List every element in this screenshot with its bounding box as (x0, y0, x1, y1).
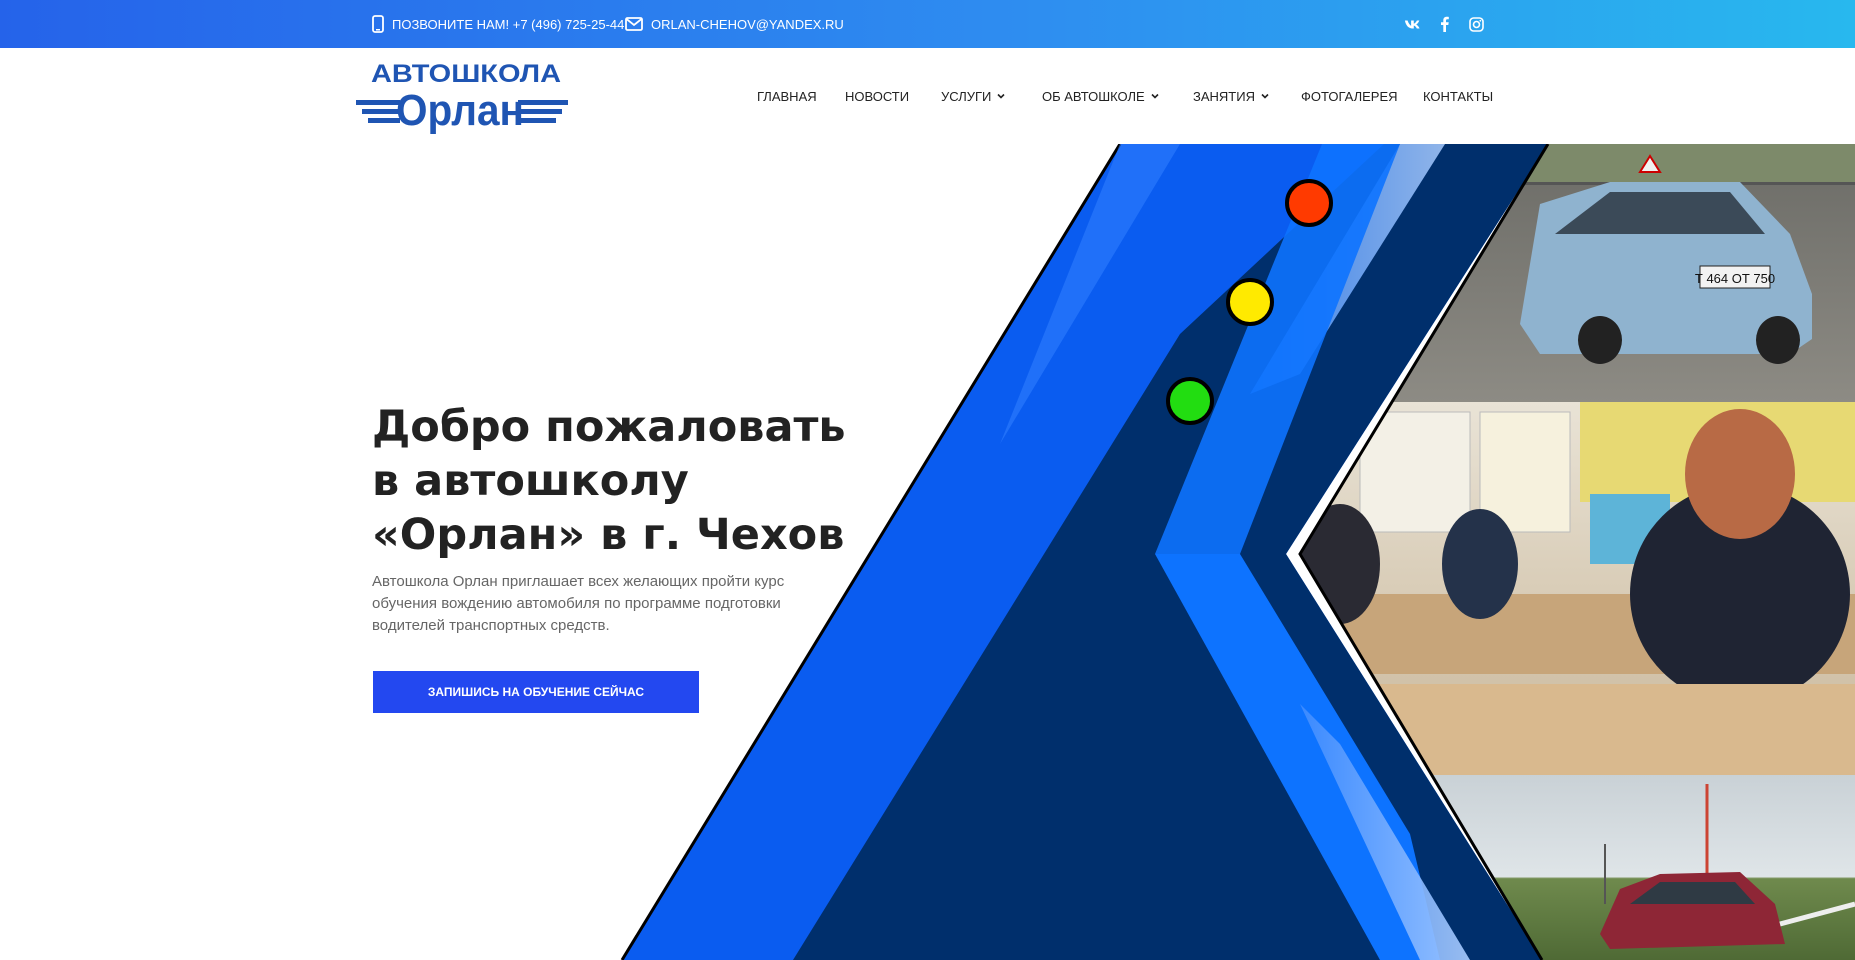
logo-line-2: Орлан (396, 86, 524, 135)
nav-item-home[interactable]: ГЛАВНАЯ (757, 74, 817, 118)
signup-button[interactable]: ЗАПИШИСЬ НА ОБУЧЕНИЕ СЕЙЧАС (373, 671, 699, 713)
phone-text[interactable]: ПОЗВОНИТЕ НАМ! +7 (496) 725-25-44 (392, 17, 624, 32)
nav-item-classes[interactable]: ЗАНЯТИЯ (1193, 74, 1269, 118)
logo-line-1: АВТОШКОЛА (371, 60, 561, 88)
hero-description: Автошкола Орлан приглашает всех желающих… (372, 573, 785, 634)
envelope-icon (625, 17, 643, 31)
logo[interactable]: АВТОШКОЛА Орлан (356, 56, 574, 136)
nav-item-about[interactable]: ОБ АВТОШКОЛЕ (1042, 74, 1159, 118)
instagram-icon[interactable] (1468, 16, 1484, 32)
chevron-down-icon (1151, 93, 1159, 99)
email-contact[interactable]: ORLAN-CHEHOV@YANDEX.RU (625, 0, 844, 48)
social-links (1404, 0, 1484, 48)
email-text[interactable]: ORLAN-CHEHOV@YANDEX.RU (651, 17, 844, 32)
chevron-down-icon (997, 93, 1005, 99)
nav-label[interactable]: УСЛУГИ (941, 89, 991, 104)
nav-item-gallery[interactable]: ФОТОГАЛЕРЕЯ (1301, 74, 1398, 118)
traffic-light-red (1285, 179, 1333, 227)
hero-title-line: Добро пожаловать (372, 402, 846, 452)
nav-label[interactable]: НОВОСТИ (845, 89, 909, 104)
hero-title-line: «Орлан» в г. Чехов (372, 510, 845, 560)
hero-title: Добро пожаловать в автошколу «Орлан» в г… (372, 400, 846, 562)
nav-item-news[interactable]: НОВОСТИ (845, 74, 909, 118)
nav-label[interactable]: ГЛАВНАЯ (757, 89, 817, 104)
facebook-icon[interactable] (1436, 16, 1452, 32)
traffic-light-green (1166, 377, 1214, 425)
vk-icon[interactable] (1404, 16, 1420, 32)
nav-label[interactable]: ОБ АВТОШКОЛЕ (1042, 89, 1145, 104)
hero-title-line: в автошколу (372, 456, 689, 506)
chevron-down-icon (1261, 93, 1269, 99)
nav-item-contacts[interactable]: КОНТАКТЫ (1423, 74, 1493, 118)
hero-graphic: Т 464 ОТ 750 (620, 144, 1855, 960)
top-bar: ПОЗВОНИТЕ НАМ! +7 (496) 725-25-44 ORLAN-… (0, 0, 1855, 48)
nav-label[interactable]: ФОТОГАЛЕРЕЯ (1301, 89, 1398, 104)
nav-label[interactable]: ЗАНЯТИЯ (1193, 89, 1255, 104)
nav-item-services[interactable]: УСЛУГИ (941, 74, 1005, 118)
hero-section: Т 464 ОТ 750 Добро пожаловать в автошкол… (0, 144, 1855, 960)
phone-icon (372, 15, 384, 33)
phone-contact[interactable]: ПОЗВОНИТЕ НАМ! +7 (496) 725-25-44 (372, 0, 624, 48)
license-plate: Т 464 ОТ 750 (1695, 271, 1775, 286)
nav-label[interactable]: КОНТАКТЫ (1423, 89, 1493, 104)
traffic-light-yellow (1226, 278, 1274, 326)
